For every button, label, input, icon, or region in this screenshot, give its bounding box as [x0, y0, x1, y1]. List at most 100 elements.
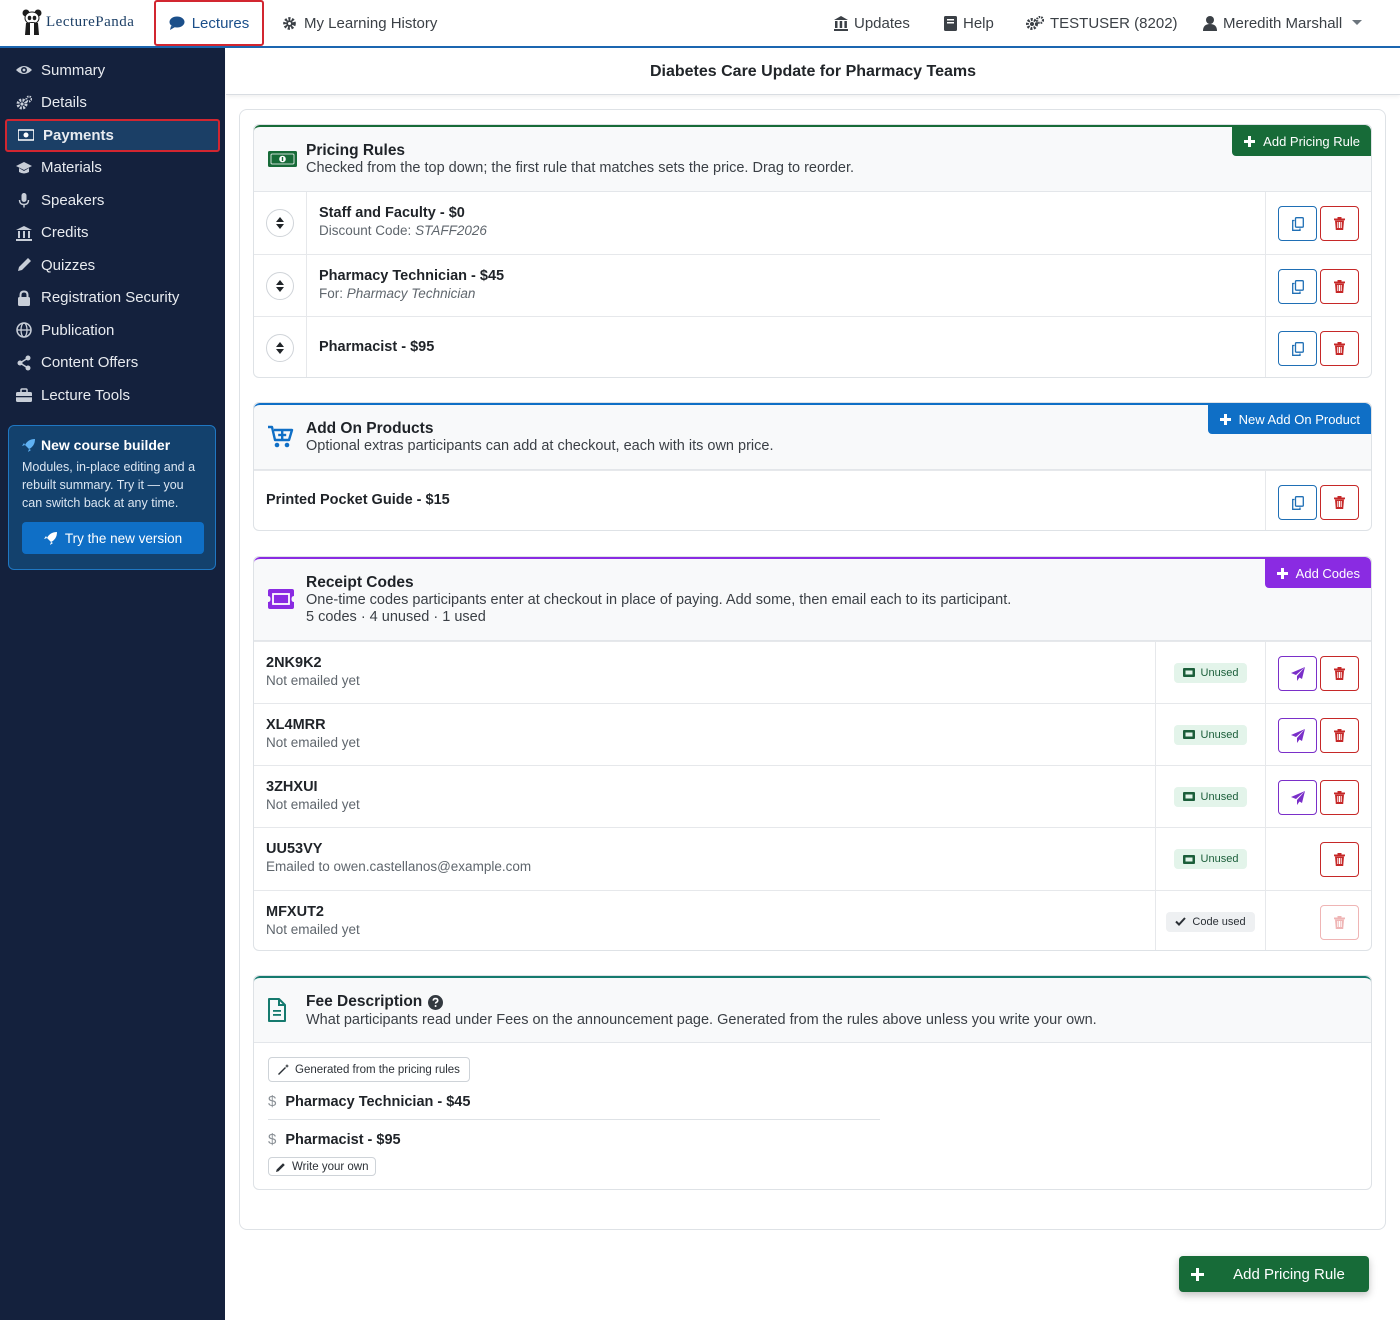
fee-description-body: Generated from the pricing rules $ Pharma… [254, 1043, 1371, 1189]
building-columns-icon [834, 15, 848, 31]
status-cell: Unused [1155, 642, 1265, 703]
org-link[interactable]: TESTUSER (8202) [1026, 0, 1178, 46]
sidebar-item-quizzes[interactable]: Quizzes [0, 249, 225, 282]
plus-icon [1276, 568, 1288, 579]
sidebar-item-summary[interactable]: Summary [0, 54, 225, 87]
tab-lectures[interactable]: Lectures [154, 0, 264, 46]
user-icon [1203, 15, 1217, 31]
lock-icon [18, 290, 30, 306]
sidebar-item-materials[interactable]: Materials [0, 152, 225, 185]
drag-handle[interactable] [254, 317, 307, 377]
user-menu[interactable]: Meredith Marshall [1203, 0, 1363, 46]
tab-learning-history[interactable]: My Learning History [282, 0, 437, 46]
updates-link[interactable]: Updates [834, 0, 910, 46]
email-code-button[interactable] [1278, 780, 1317, 815]
receipt-code-row: MFXUT2 Not emailed yet Code used [254, 890, 1371, 950]
sidebar-item-payments[interactable]: Payments [5, 119, 220, 152]
receipt-codes-subtitle: One-time codes participants enter at che… [306, 592, 1012, 608]
add-pricing-rule-button[interactable]: Add Pricing Rule [1232, 127, 1371, 156]
duplicate-button[interactable] [1278, 269, 1317, 304]
fee-line: $ Pharmacy Technician - $45 [268, 1093, 471, 1110]
email-status: Not emailed yet [266, 797, 360, 812]
delete-button[interactable] [1320, 485, 1359, 520]
delete-button[interactable] [1320, 842, 1359, 877]
write-your-own-chip[interactable]: Write your own [268, 1157, 377, 1176]
code-value: XL4MRR [266, 717, 326, 733]
copy-icon [1291, 216, 1304, 231]
paper-plane-icon [1290, 790, 1305, 805]
sidebar-item-label: Materials [41, 159, 102, 177]
generated-chip[interactable]: Generated from the pricing rules [268, 1057, 470, 1082]
floating-add-pricing-rule-button[interactable]: Add Pricing Rule [1179, 1256, 1369, 1292]
sidebar-item-registration-security[interactable]: Registration Security [0, 282, 225, 315]
email-code-button[interactable] [1278, 718, 1317, 753]
org-label: TESTUSER (8202) [1050, 14, 1178, 32]
sidebar-item-details[interactable]: Details [0, 87, 225, 120]
status-badge: Unused [1173, 724, 1248, 745]
duplicate-button[interactable] [1278, 331, 1317, 366]
logo-text: LecturePanda [46, 13, 135, 30]
rocket-icon [22, 439, 35, 452]
row-actions [1265, 192, 1371, 254]
row-actions [1265, 317, 1371, 377]
lecturepanda-logo[interactable]: LecturePanda [22, 8, 134, 36]
pricing-rule-row: Pharmacy Technician - $45 For: Pharmacy … [254, 254, 1371, 316]
fee-description-header: Fee Description What participants read u… [254, 976, 1371, 1043]
cart-plus-icon [268, 425, 294, 448]
email-status: Not emailed yet [266, 922, 360, 937]
new-add-on-product-button[interactable]: New Add On Product [1207, 405, 1371, 434]
sidebar-item-credits[interactable]: Credits [0, 217, 225, 250]
trash-icon [1334, 280, 1345, 293]
pricing-rules-title: Pricing Rules [306, 142, 406, 159]
pricing-rule-row: Pharmacist - $95 [254, 316, 1371, 377]
paper-plane-icon [1290, 728, 1305, 743]
delete-button-disabled [1320, 905, 1359, 940]
status-cell: Unused [1155, 704, 1265, 765]
email-code-button[interactable] [1278, 656, 1317, 691]
add-codes-button[interactable]: Add Codes [1264, 559, 1371, 588]
book-icon [944, 15, 957, 31]
sidebar-item-publication[interactable]: Publication [0, 314, 225, 347]
product-title: Printed Pocket Guide - $15 [266, 492, 450, 508]
receipt-codes-panel: Receipt Codes One-time codes participant… [253, 556, 1372, 951]
paper-plane-icon [1290, 666, 1305, 681]
status-cell: Unused [1155, 766, 1265, 827]
drag-handle[interactable] [254, 255, 307, 316]
trash-icon [1334, 853, 1345, 866]
sidebar-item-label: Payments [43, 126, 114, 144]
receipt-code-row: 3ZHXUI Not emailed yet Unused [254, 765, 1371, 827]
delete-button[interactable] [1320, 331, 1359, 366]
row-actions [1265, 642, 1371, 703]
sidebar-item-speakers[interactable]: Speakers [0, 184, 225, 217]
rule-detail: For: Pharmacy Technician [319, 286, 476, 301]
sidebar-item-label: Details [41, 94, 87, 112]
add-on-products-panel: Add On Products Optional extras particip… [253, 402, 1372, 531]
tab-lectures-label: Lectures [191, 14, 250, 32]
delete-button[interactable] [1320, 718, 1359, 753]
promo-title: New course builder [22, 437, 202, 453]
delete-button[interactable] [1320, 780, 1359, 815]
sidebar-item-content-offers[interactable]: Content Offers [0, 347, 225, 380]
help-link[interactable]: Help [944, 0, 994, 46]
delete-button[interactable] [1320, 656, 1359, 691]
pricing-rules-panel: Pricing Rules Checked from the top down;… [253, 124, 1372, 378]
try-new-version-button[interactable]: Try the new version [22, 522, 204, 554]
duplicate-button[interactable] [1278, 485, 1317, 520]
delete-button[interactable] [1320, 269, 1359, 304]
drag-handle[interactable] [254, 192, 307, 254]
page-title: Diabetes Care Update for Pharmacy Teams [226, 50, 1400, 95]
delete-button[interactable] [1320, 206, 1359, 241]
eye-icon [16, 66, 32, 75]
row-actions [1265, 704, 1371, 765]
sidebar-item-lecture-tools[interactable]: Lecture Tools [0, 379, 225, 412]
fee-description-subtitle: What participants read under Fees on the… [306, 1012, 1097, 1028]
email-status: Not emailed yet [266, 673, 360, 688]
email-status: Emailed to owen.castellanos@example.com [266, 859, 532, 874]
email-status: Not emailed yet [266, 735, 360, 750]
sort-icon [276, 217, 284, 229]
duplicate-button[interactable] [1278, 206, 1317, 241]
row-actions [1265, 255, 1371, 316]
add-on-products-title: Add On Products [306, 420, 434, 437]
question-circle-icon[interactable] [428, 994, 444, 1010]
copy-icon [1291, 495, 1304, 510]
